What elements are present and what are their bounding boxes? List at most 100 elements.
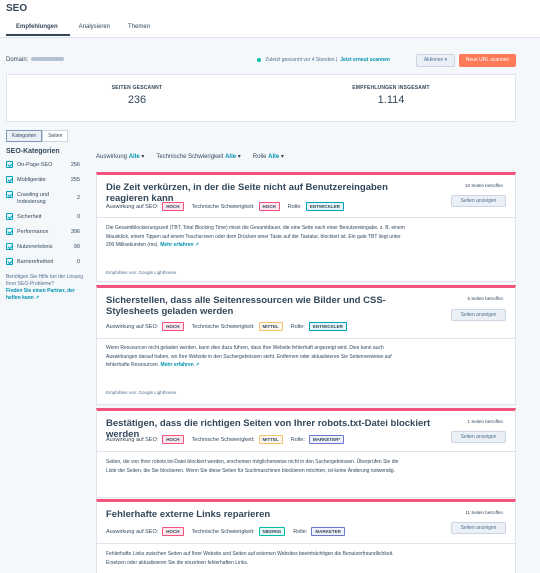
role-filter-label: Rolle (252, 154, 267, 160)
recommendation-description: Wenn Ressourcen nicht geladen werden, ka… (106, 344, 406, 370)
pages-scanned-label: SEITEN GESCANNT (111, 85, 163, 91)
checkbox[interactable] (6, 161, 13, 168)
category-performance[interactable]: Performance 396 (6, 228, 86, 243)
recommendation-source: Empfohlen von: Google Lighthouse (106, 270, 177, 275)
category-label: Barrierefreiheit (17, 259, 54, 265)
difficulty-filter-value[interactable]: Alle (225, 154, 236, 160)
category-label: Crawling und Indexierung (17, 192, 50, 205)
status-dot-icon (257, 58, 262, 62)
recommendation-title: Sicherstellen, dass alle Seitenressource… (106, 295, 386, 317)
total-recommendations-value: 1.114 (377, 94, 405, 106)
tab-topics[interactable]: Themen (119, 22, 159, 35)
affected-pages-count: 5 Seiten betroffen (467, 296, 503, 301)
checkbox[interactable] (6, 213, 13, 220)
category-crawling[interactable]: Crawling und Indexierung 2 (6, 191, 86, 213)
category-count: 255 (70, 177, 80, 183)
recommendation-title: Die Zeit verkürzen, in der die Seite nic… (106, 182, 388, 204)
difficulty-label: Technische Schwierigkeit: (191, 528, 255, 535)
category-count: 2 (76, 195, 80, 201)
sidebar-title: SEO-Kategorien (6, 148, 60, 155)
checkbox[interactable] (6, 258, 13, 265)
difficulty-badge: HOCH (258, 202, 280, 211)
view-pages-button[interactable]: Seiten anzeigen (451, 431, 506, 443)
total-recommendations-label: EMPFEHLUNGEN INSGESAMT (352, 85, 430, 91)
tab-recommendations[interactable]: Empfehlungen (6, 22, 70, 36)
category-on-page-seo[interactable]: On-Page-SEO 256 (6, 161, 86, 176)
impact-label: Auswirkung auf SEO: (106, 528, 159, 535)
domain-toolbar: Domain: Zuletzt gescannt vor 4 Stunden |… (6, 54, 516, 68)
checkbox[interactable] (6, 176, 13, 183)
view-toggle: Kategorien Seiten (6, 130, 69, 142)
affected-pages-count: 11 Seiten betroffen (465, 510, 503, 515)
page-title: SEO (6, 3, 28, 14)
rescan-link[interactable]: Jetzt erneut scannen (340, 57, 390, 63)
category-count: 99 (73, 244, 80, 250)
description-text: Wenn Ressourcen nicht geladen werden, ka… (106, 345, 392, 369)
divider (97, 543, 515, 544)
impact-label: Auswirkung auf SEO: (106, 323, 159, 330)
tab-bar: Empfehlungen Analysieren Themen (6, 22, 159, 36)
scan-new-url-button[interactable]: Neue URL scannen (459, 54, 516, 67)
recommendation-meta: Auswirkung auf SEO: HOCH Technische Schw… (106, 322, 355, 331)
role-filter[interactable]: Rolle Alle ▾ (253, 153, 284, 160)
category-count: 0 (76, 214, 80, 220)
impact-label: Auswirkung auf SEO: (106, 436, 159, 443)
impact-filter[interactable]: Auswirkung Alle ▾ (96, 153, 144, 160)
role-badge: ENTWICKLER (305, 202, 344, 211)
recommendation-card: Sicherstellen, dass alle Seitenressource… (96, 285, 516, 405)
view-pages-button[interactable]: Seiten anzeigen (451, 522, 506, 534)
recommendation-description: Die Gesamtblockierungszeit (TBT, Total B… (106, 224, 406, 250)
scan-status-text: Zuletzt gescannt vor 4 Stunden | (265, 57, 338, 63)
category-count: 0 (76, 259, 80, 265)
divider (97, 217, 515, 218)
recommendation-card: Fehlerhafte externe Links reparieren 11 … (96, 499, 516, 573)
impact-filter-label: Auswirkung (96, 154, 128, 160)
tab-analyze[interactable]: Analysieren (70, 22, 119, 35)
role-label: Rolle: (290, 323, 305, 330)
role-badge: ENTWICKLER (308, 322, 347, 331)
affected-pages-count: 10 Seiten betroffen (465, 183, 503, 188)
checkbox[interactable] (6, 243, 13, 250)
scan-status: Zuletzt gescannt vor 4 Stunden | Jetzt e… (257, 57, 390, 63)
domain-value-redacted (31, 57, 64, 61)
view-pages-button[interactable]: Seiten anzeigen (451, 195, 506, 207)
actions-dropdown-button[interactable]: Aktionen ▾ (416, 54, 455, 67)
impact-badge: HOCH (162, 202, 184, 211)
pages-scanned-stat: SEITEN GESCANNT 236 (37, 85, 237, 106)
category-accessibility[interactable]: Barrierefreiheit 0 (6, 258, 86, 273)
view-pages-button[interactable]: Seiten anzeigen (451, 309, 506, 321)
checkbox[interactable] (6, 191, 13, 198)
category-security[interactable]: Sicherheit 0 (6, 213, 86, 228)
role-badge: MARKETER* (308, 435, 345, 444)
category-label: Performance (17, 229, 49, 235)
impact-filter-value[interactable]: Alle (129, 154, 140, 160)
filter-bar: Auswirkung Alle ▾ Technische Schwierigke… (96, 153, 296, 160)
category-mobile[interactable]: Mobilgeräte 255 (6, 176, 86, 191)
recommendation-description: Fehlerhafte Links zwischen Seiten auf Ih… (106, 551, 394, 566)
recommendation-card: Bestätigen, dass die richtigen Seiten vo… (96, 408, 516, 498)
difficulty-filter[interactable]: Technische Schwierigkeit Alle ▾ (156, 153, 240, 160)
category-count: 396 (70, 229, 80, 235)
checkbox[interactable] (6, 228, 13, 235)
description-text: Die Gesamtblockierungszeit (TBT, Total B… (106, 225, 405, 249)
role-filter-value[interactable]: Alle (268, 154, 279, 160)
find-partner-link[interactable]: Finden Sie einen Partner, der helfen kan… (6, 288, 86, 302)
stats-panel: SEITEN GESCANNT 236 EMPFEHLUNGEN INSGESA… (6, 74, 516, 122)
recommendation-meta: Auswirkung auf SEO: HOCH Technische Schw… (106, 435, 352, 444)
pages-scanned-value: 236 (127, 94, 147, 106)
difficulty-badge: MITTEL (258, 322, 283, 331)
divider (97, 451, 515, 452)
category-user-experience[interactable]: Nutzererlebnis 99 (6, 243, 86, 258)
domain-label: Domain: (6, 57, 29, 63)
toggle-pages[interactable]: Seiten (42, 130, 69, 142)
impact-label: Auswirkung auf SEO: (106, 203, 159, 210)
category-sidebar: SEO-Kategorien On-Page-SEO 256 Mobilgerä… (6, 148, 86, 302)
learn-more-link[interactable]: Mehr erfahren ↗ (160, 242, 199, 248)
affected-pages-count: 1 Seiten betroffen (467, 419, 503, 424)
role-badge: MARKETER (311, 527, 345, 536)
toggle-categories[interactable]: Kategorien (6, 130, 43, 142)
divider (97, 338, 515, 339)
learn-more-link[interactable]: Mehr erfahren ↗ (160, 362, 199, 368)
difficulty-label: Technische Schwierigkeit: (191, 203, 255, 210)
role-label: Rolle: (293, 528, 308, 535)
